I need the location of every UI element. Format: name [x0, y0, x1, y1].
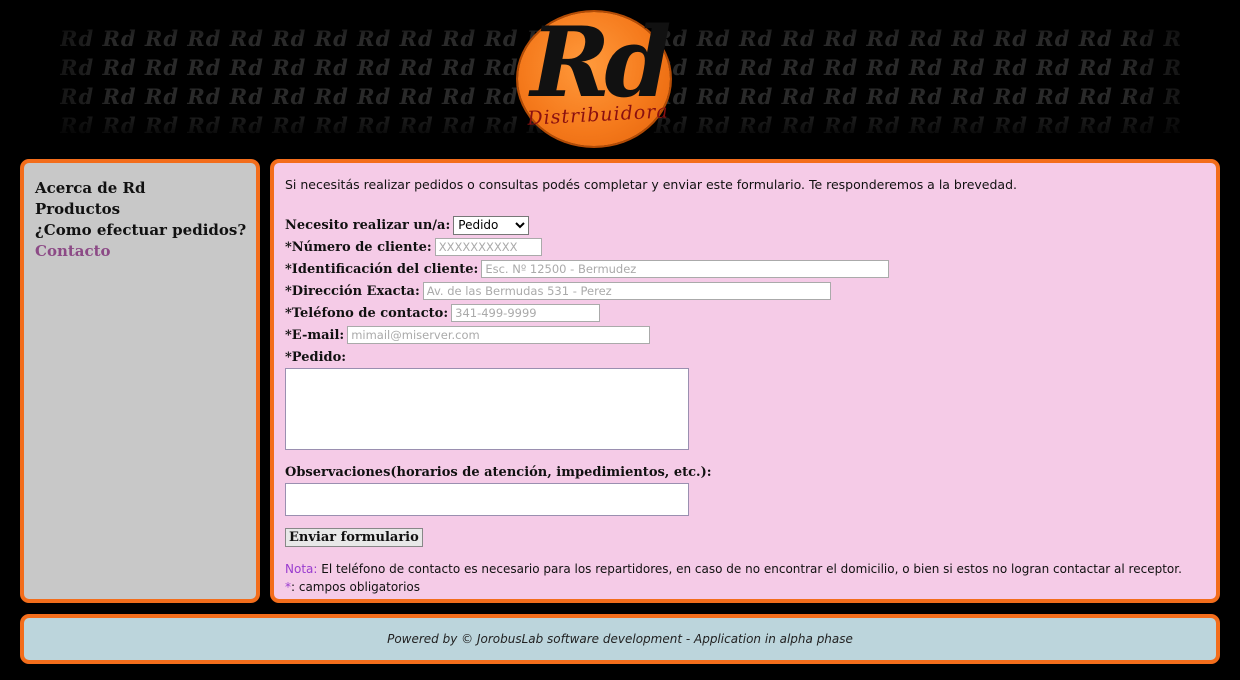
- email-input[interactable]: [347, 326, 651, 344]
- identificacion-row: *Identificación del cliente:: [285, 258, 1216, 280]
- sidebar-item-contacto[interactable]: Contacto: [35, 241, 256, 262]
- identificacion-label: *Identificación del cliente:: [285, 261, 479, 277]
- tipo-row: Necesito realizar un/a: Pedido: [285, 214, 1216, 236]
- direccion-input[interactable]: [422, 282, 831, 300]
- submit-row: Enviar formulario: [285, 526, 1216, 547]
- sidebar-item-productos[interactable]: Productos: [35, 199, 256, 220]
- note-text: El teléfono de contacto es necesario par…: [317, 562, 1182, 576]
- contact-form-panel: Si necesitás realizar pedidos o consulta…: [270, 159, 1220, 603]
- pedido-label: *Pedido:: [285, 349, 347, 365]
- tipo-label: Necesito realizar un/a:: [285, 217, 451, 233]
- cliente-row: *Número de cliente:: [285, 236, 1216, 258]
- direccion-label: *Dirección Exacta:: [285, 283, 420, 299]
- sidebar-nav: Acerca de Rd Productos ¿Como efectuar pe…: [20, 159, 260, 603]
- telefono-label: *Teléfono de contacto:: [285, 305, 449, 321]
- email-label: *E-mail:: [285, 327, 345, 343]
- email-row: *E-mail:: [285, 324, 1216, 346]
- cliente-label: *Número de cliente:: [285, 239, 432, 255]
- form-note: Nota: El teléfono de contacto es necesar…: [285, 560, 1216, 578]
- submit-button[interactable]: Enviar formulario: [285, 528, 423, 547]
- pedido-textarea[interactable]: [285, 368, 689, 450]
- observaciones-textarea[interactable]: [285, 483, 689, 516]
- tipo-select[interactable]: Pedido: [453, 215, 530, 235]
- sidebar-item-acerca[interactable]: Acerca de Rd: [35, 178, 256, 199]
- note-prefix: Nota:: [285, 562, 318, 576]
- telefono-input[interactable]: [451, 304, 601, 322]
- telefono-row: *Teléfono de contacto:: [285, 302, 1216, 324]
- observaciones-row: Observaciones(horarios de atención, impe…: [285, 461, 1216, 483]
- cliente-input[interactable]: [434, 238, 542, 256]
- sidebar-item-pedidos[interactable]: ¿Como efectuar pedidos?: [35, 220, 256, 241]
- site-footer: Powered by © JorobusLab software develop…: [20, 614, 1220, 664]
- required-note: *: campos obligatorios: [285, 578, 1216, 596]
- direccion-row: *Dirección Exacta:: [285, 280, 1216, 302]
- footer-text: Powered by © JorobusLab software develop…: [387, 632, 853, 646]
- required-text: : campos obligatorios: [291, 580, 421, 594]
- identificacion-input[interactable]: [481, 260, 890, 278]
- site-header: Rd Rd Rd Rd Rd Rd Rd Rd Rd Rd Rd Rd Rd R…: [0, 0, 1240, 150]
- pedido-row: *Pedido:: [285, 346, 1216, 368]
- observaciones-label: Observaciones(horarios de atención, impe…: [285, 464, 712, 480]
- form-intro: Si necesitás realizar pedidos o consulta…: [285, 177, 1018, 192]
